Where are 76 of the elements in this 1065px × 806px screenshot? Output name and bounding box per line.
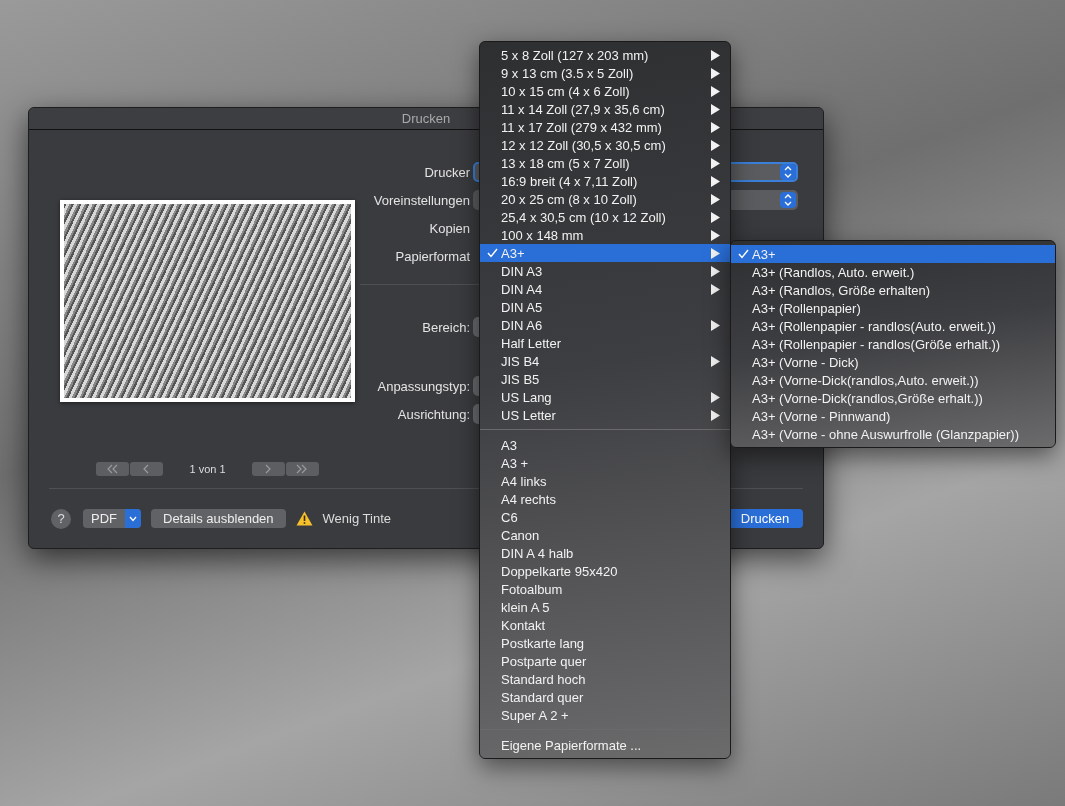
menu-item[interactable]: 100 x 148 mm [480, 226, 730, 244]
menu-item[interactable]: 25,4 x 30,5 cm (10 x 12 Zoll) [480, 208, 730, 226]
menu-item[interactable]: A3+ (Vorne-Dick(randlos,Größe erhalt.)) [731, 389, 1055, 407]
menu-item[interactable]: 16:9 breit (4 x 7,11 Zoll) [480, 172, 730, 190]
chevron-left-icon [143, 464, 151, 474]
window-title: Drucken [401, 111, 451, 126]
menu-item[interactable]: A3+ (Rollenpapier) [731, 299, 1055, 317]
menu-item[interactable]: C6 [480, 508, 730, 526]
menu-item[interactable]: Fotoalbum [480, 580, 730, 598]
setting-label: Kopien [428, 220, 470, 236]
menu-item[interactable]: A3 [480, 436, 730, 454]
menu-item[interactable]: A3 + [480, 454, 730, 472]
menu-item[interactable]: Eigene Papierformate ... [480, 736, 730, 754]
menu-item[interactable]: Doppelkarte 95x420 [480, 562, 730, 580]
double-chevron-left-icon [106, 464, 119, 474]
checkmark-icon [738, 249, 749, 259]
first-page-button[interactable] [96, 462, 130, 476]
menu-item[interactable]: 11 x 14 Zoll (27,9 x 35,6 cm) [480, 100, 730, 118]
details-button[interactable]: Details ausblenden [151, 509, 286, 528]
menu-item[interactable]: A3+ [731, 245, 1055, 263]
menu-item[interactable]: DIN A5 [480, 298, 730, 316]
menu-item[interactable]: Kontakt [480, 616, 730, 634]
menu-item[interactable]: A4 rechts [480, 490, 730, 508]
menu-item[interactable]: 10 x 15 cm (4 x 6 Zoll) [480, 82, 730, 100]
menu-item[interactable]: 20 x 25 cm (8 x 10 Zoll) [480, 190, 730, 208]
menu-item[interactable]: A3+ (Rollenpapier - randlos(Auto. erweit.)) [731, 317, 1055, 335]
menu-item[interactable]: A3+ (Rollenpapier - randlos(Größe erhalt.)) [731, 335, 1055, 353]
menu-item[interactable]: Postparte quer [480, 652, 730, 670]
menu-item[interactable]: A3+ (Vorne - ohne Auswurfrolle (Glanzpapier)) [731, 425, 1055, 443]
menu-item[interactable]: 5 x 8 Zoll (127 x 203 mm) [480, 46, 730, 64]
menu-item[interactable]: A3+ (Randlos, Auto. erweit.) [731, 263, 1055, 281]
last-page-button[interactable] [285, 462, 319, 476]
menu-item[interactable]: Canon [480, 526, 730, 544]
setting-label: Papierformat [394, 248, 470, 264]
menu-item[interactable]: A4 links [480, 472, 730, 490]
menu-item[interactable]: DIN A3 [480, 262, 730, 280]
next-page-button[interactable] [251, 462, 285, 476]
up-down-chevron-icon [784, 194, 792, 206]
setting-label: Ausrichtung: [396, 406, 470, 422]
checkmark-icon [487, 248, 498, 258]
menu-item[interactable]: Standard hoch [480, 670, 730, 688]
up-down-chevron-icon [784, 166, 792, 178]
menu-item[interactable]: Standard quer [480, 688, 730, 706]
menu-item[interactable]: DIN A 4 halb [480, 544, 730, 562]
menu-item[interactable]: US Letter [480, 406, 730, 424]
setting-label: Drucker [423, 164, 470, 180]
menu-item[interactable]: A3+ (Vorne - Pinnwand) [731, 407, 1055, 425]
help-button[interactable]: ? [51, 508, 71, 529]
menu-item[interactable]: klein A 5 [480, 598, 730, 616]
warning-icon [295, 511, 313, 526]
previous-page-button[interactable] [130, 462, 164, 476]
double-chevron-right-icon [296, 464, 309, 474]
menu-item[interactable]: JIS B5 [480, 370, 730, 388]
setting-label: Anpassungstyp: [376, 378, 470, 394]
menu-item[interactable]: A3+ (Randlos, Größe erhalten) [731, 281, 1055, 299]
menu-item[interactable]: 9 x 13 cm (3.5 x 5 Zoll) [480, 64, 730, 82]
menu-item[interactable]: Half Letter [480, 334, 730, 352]
setting-label: Voreinstellungen [372, 192, 470, 208]
chevron-right-icon [264, 464, 272, 474]
menu-item[interactable]: 12 x 12 Zoll (30,5 x 30,5 cm) [480, 136, 730, 154]
menu-item[interactable]: A3+ (Vorne-Dick(randlos,Auto. erweit.)) [731, 371, 1055, 389]
menu-item[interactable]: DIN A6 [480, 316, 730, 334]
menu-item[interactable]: JIS B4 [480, 352, 730, 370]
setting-label: Bereich: [421, 319, 470, 335]
menu-item[interactable]: A3+ [480, 244, 730, 262]
warning-text: Wenig Tinte [322, 511, 391, 526]
pdf-menu-button[interactable]: PDF [83, 509, 141, 528]
menu-item[interactable]: 13 x 18 cm (5 x 7 Zoll) [480, 154, 730, 172]
page-count: 1 von 1 [189, 463, 226, 475]
menu-item[interactable]: A3+ (Vorne - Dick) [731, 353, 1055, 371]
menu-item[interactable]: 11 x 17 Zoll (279 x 432 mm) [480, 118, 730, 136]
menu-item[interactable]: Super A 2 + [480, 706, 730, 724]
menu-item[interactable]: Postkarte lang [480, 634, 730, 652]
menu-item[interactable]: US Lang [480, 388, 730, 406]
menu-item[interactable]: DIN A4 [480, 280, 730, 298]
caret-icon [129, 515, 137, 522]
